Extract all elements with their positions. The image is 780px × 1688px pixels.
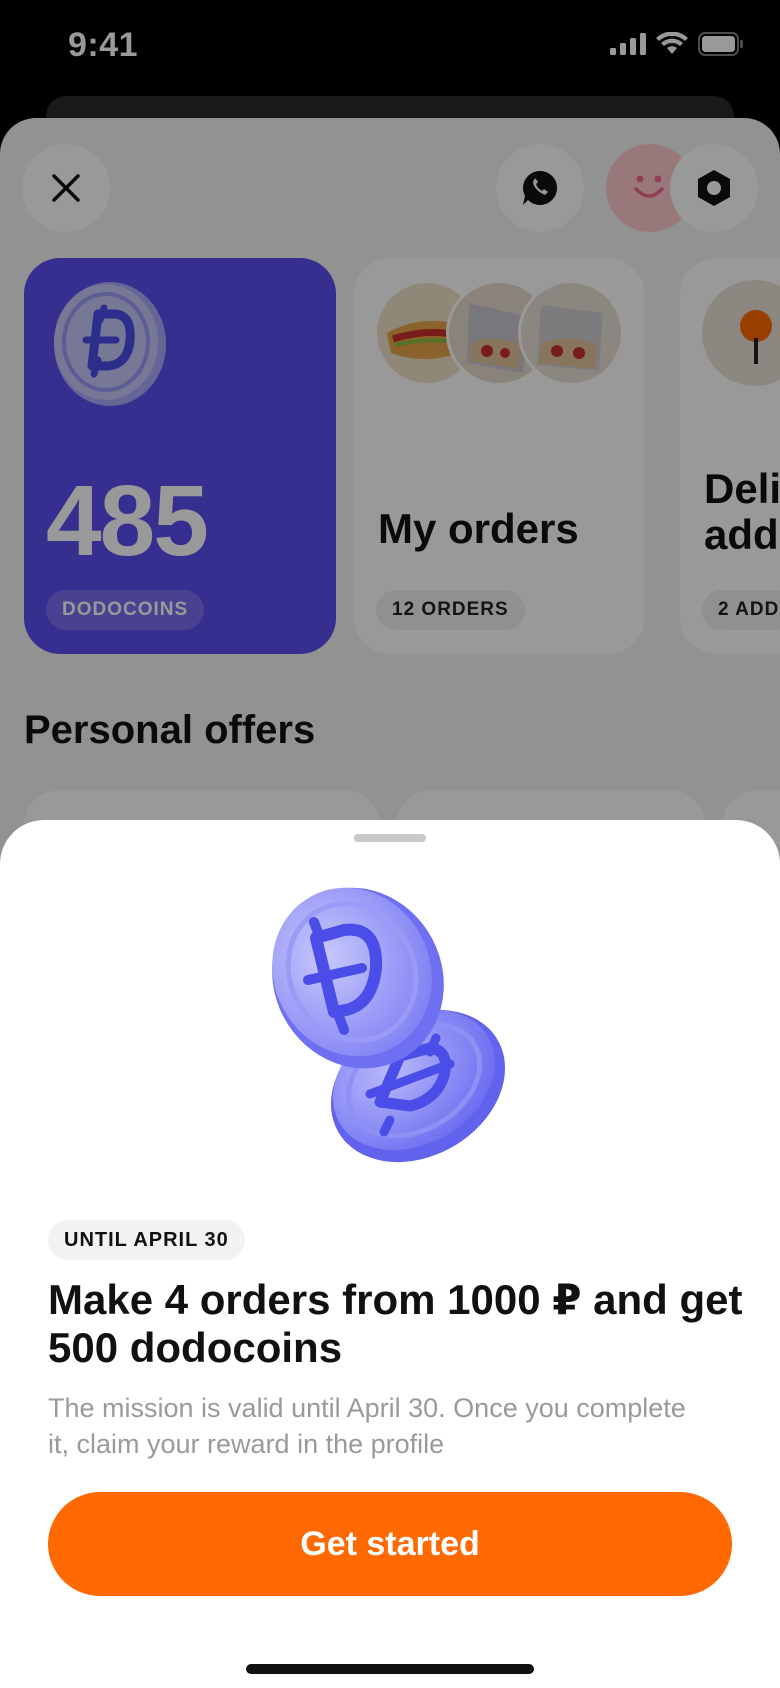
mission-title: Make 4 orders from 1000 ₽ and get 500 do… xyxy=(48,1276,743,1371)
mission-bottom-sheet: UNTIL APRIL 30 Make 4 orders from 1000 ₽… xyxy=(0,820,780,1688)
mission-description: The mission is valid until April 30. Onc… xyxy=(48,1393,686,1459)
dodocoins-illustration xyxy=(272,887,506,1163)
sheet-grabber[interactable] xyxy=(354,834,426,842)
home-indicator[interactable] xyxy=(246,1664,534,1674)
get-started-button[interactable]: Get started xyxy=(48,1492,732,1596)
deadline-badge: UNTIL APRIL 30 xyxy=(48,1220,245,1260)
